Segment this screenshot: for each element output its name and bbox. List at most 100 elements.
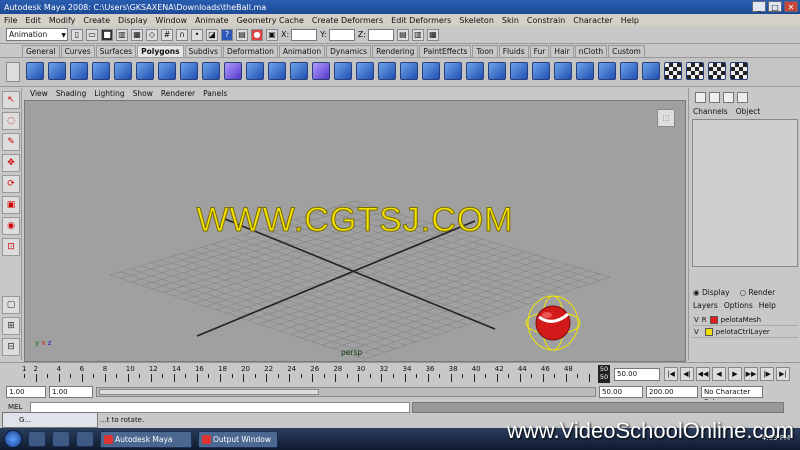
step-back-icon[interactable]: ◀|	[680, 367, 694, 381]
tool-settings-icon[interactable]	[723, 91, 734, 103]
shelf-tab[interactable]: Animation	[278, 45, 326, 57]
snap-grid-icon[interactable]: #	[161, 28, 173, 41]
viewport-menu-panels[interactable]: Panels	[203, 89, 227, 100]
step-forward-icon[interactable]: |▶	[760, 367, 774, 381]
menuset-select[interactable]: Animation ▼	[6, 28, 68, 41]
poly-plane-icon[interactable]	[114, 62, 132, 80]
channel-box-icon[interactable]	[695, 91, 706, 103]
poly-torus-icon[interactable]	[136, 62, 154, 80]
go-to-end-icon[interactable]: ▶|	[776, 367, 790, 381]
render-toggle[interactable]: R	[702, 316, 707, 324]
viewport-menu-show[interactable]: Show	[133, 89, 153, 100]
menu-layer-help[interactable]: Help	[759, 301, 776, 310]
render-icon[interactable]: ▤	[236, 28, 248, 41]
render-radio[interactable]: ○ Render	[740, 288, 776, 297]
viewport-menu-lighting[interactable]: Lighting	[94, 89, 124, 100]
insert-edge-loop-icon[interactable]	[466, 62, 484, 80]
new-scene-icon[interactable]: ▯	[71, 28, 83, 41]
scale-tool-icon[interactable]: ▣	[2, 196, 20, 214]
playback-start-field[interactable]: 1.00	[49, 386, 93, 398]
checker-icon[interactable]	[708, 62, 726, 80]
shelf-tab[interactable]: Toon	[472, 45, 498, 57]
menu-constrain[interactable]: Constrain	[527, 16, 565, 25]
poly-helix-icon[interactable]	[224, 62, 242, 80]
shelf-tab[interactable]: Fur	[529, 45, 550, 57]
smooth-icon[interactable]	[334, 62, 352, 80]
auto-mapping-icon[interactable]	[642, 62, 660, 80]
layout-single-icon[interactable]: ▢	[2, 296, 20, 314]
shelf-tab[interactable]: Subdivs	[184, 45, 222, 57]
menu-create-deformers[interactable]: Create Deformers	[312, 16, 383, 25]
offset-edge-loop-icon[interactable]	[488, 62, 506, 80]
shelf-tab[interactable]: PaintEffects	[419, 45, 472, 57]
playback-end-field[interactable]: 50.00	[599, 386, 643, 398]
perspective-viewport[interactable]: WWW.CGTSJ.COM persp ⬚ y x z	[24, 100, 686, 362]
menu-layers[interactable]: Layers	[693, 301, 718, 310]
taskbar-button-output[interactable]: Output Window	[198, 430, 278, 448]
close-button[interactable]: ✕	[784, 1, 798, 12]
attribute-editor-icon[interactable]	[709, 91, 720, 103]
channel-list[interactable]	[692, 119, 798, 267]
paint-select-icon[interactable]: ✎	[2, 133, 20, 151]
range-thumb[interactable]	[99, 389, 319, 395]
layer-editor-icon[interactable]	[737, 91, 748, 103]
menu-modify[interactable]: Modify	[49, 16, 76, 25]
shelf-tab-active[interactable]: Polygons	[137, 45, 184, 57]
display-radio[interactable]: ◉ Display	[693, 288, 730, 297]
select-tool-icon[interactable]: ↖	[2, 91, 20, 109]
time-slider[interactable]: 1 2 4 6 8 10 12 14 16 18 20 22 24 26 28 30 32 34 36 38 40 42 4…	[0, 362, 800, 384]
view-cube-icon[interactable]: ⬚	[657, 109, 675, 127]
end-time-field[interactable]: 200.00	[646, 386, 698, 398]
poly-prism-icon[interactable]	[158, 62, 176, 80]
explorer-icon[interactable]	[52, 431, 70, 447]
poly-pipe-icon[interactable]	[202, 62, 220, 80]
viewport-menu-shading[interactable]: Shading	[56, 89, 86, 100]
shelf-tab[interactable]: Curves	[60, 45, 95, 57]
menu-skin[interactable]: Skin	[502, 16, 519, 25]
current-frame-marker[interactable]: 50 50	[598, 365, 610, 383]
y-field[interactable]	[328, 28, 355, 41]
fill-hole-icon[interactable]	[422, 62, 440, 80]
menu-create[interactable]: Create	[83, 16, 110, 25]
step-back-key-icon[interactable]: ◀◀	[696, 367, 710, 381]
history-icon[interactable]: ?	[221, 28, 233, 41]
menu-file[interactable]: File	[4, 16, 17, 25]
attribute-editor-icon[interactable]: ▤	[396, 28, 409, 41]
select-component-icon[interactable]: ◇	[146, 28, 158, 41]
append-polygon-icon[interactable]	[400, 62, 418, 80]
select-hierarchy-icon[interactable]: ▥	[116, 28, 128, 41]
z-field[interactable]	[367, 28, 394, 41]
menu-skeleton[interactable]: Skeleton	[459, 16, 494, 25]
poly-pyramid-icon[interactable]	[180, 62, 198, 80]
play-forwards-icon[interactable]: ▶	[728, 367, 742, 381]
bevel-icon[interactable]	[532, 62, 550, 80]
minimize-button[interactable]: _	[752, 1, 766, 12]
layer-color-swatch[interactable]	[709, 315, 718, 324]
render-settings-icon[interactable]: ▣	[266, 28, 278, 41]
shelf-menu-icon[interactable]	[6, 62, 20, 82]
menu-display[interactable]: Display	[118, 16, 148, 25]
poly-sphere-icon[interactable]	[26, 62, 44, 80]
menu-window[interactable]: Window	[156, 16, 188, 25]
last-tool-icon[interactable]: ⊡	[2, 238, 20, 256]
combine-icon[interactable]	[246, 62, 264, 80]
shelf-tab[interactable]: Surfaces	[95, 45, 137, 57]
layout-four-icon[interactable]: ⊞	[2, 317, 20, 335]
checker-icon[interactable]	[730, 62, 748, 80]
menu-geometry-cache[interactable]: Geometry Cache	[237, 16, 304, 25]
shelf-tab[interactable]: Rendering	[372, 45, 419, 57]
split-polygon-icon[interactable]	[444, 62, 462, 80]
command-input[interactable]	[30, 401, 410, 413]
merge-icon[interactable]	[510, 62, 528, 80]
browser-icon[interactable]	[28, 431, 46, 447]
layer-row[interactable]: V pelotaCtrlLayer	[692, 326, 798, 338]
step-forward-key-icon[interactable]: ▶▶	[744, 367, 758, 381]
menu-object[interactable]: Object	[736, 106, 760, 117]
play-backwards-icon[interactable]: ◀	[712, 367, 726, 381]
shelf-tab[interactable]: Fluids	[498, 45, 529, 57]
start-button[interactable]	[4, 430, 22, 448]
mel-label[interactable]: MEL	[0, 403, 30, 411]
checker-icon[interactable]	[664, 62, 682, 80]
minimized-window[interactable]: G...	[2, 412, 98, 428]
viewport-menu-renderer[interactable]: Renderer	[161, 89, 195, 100]
